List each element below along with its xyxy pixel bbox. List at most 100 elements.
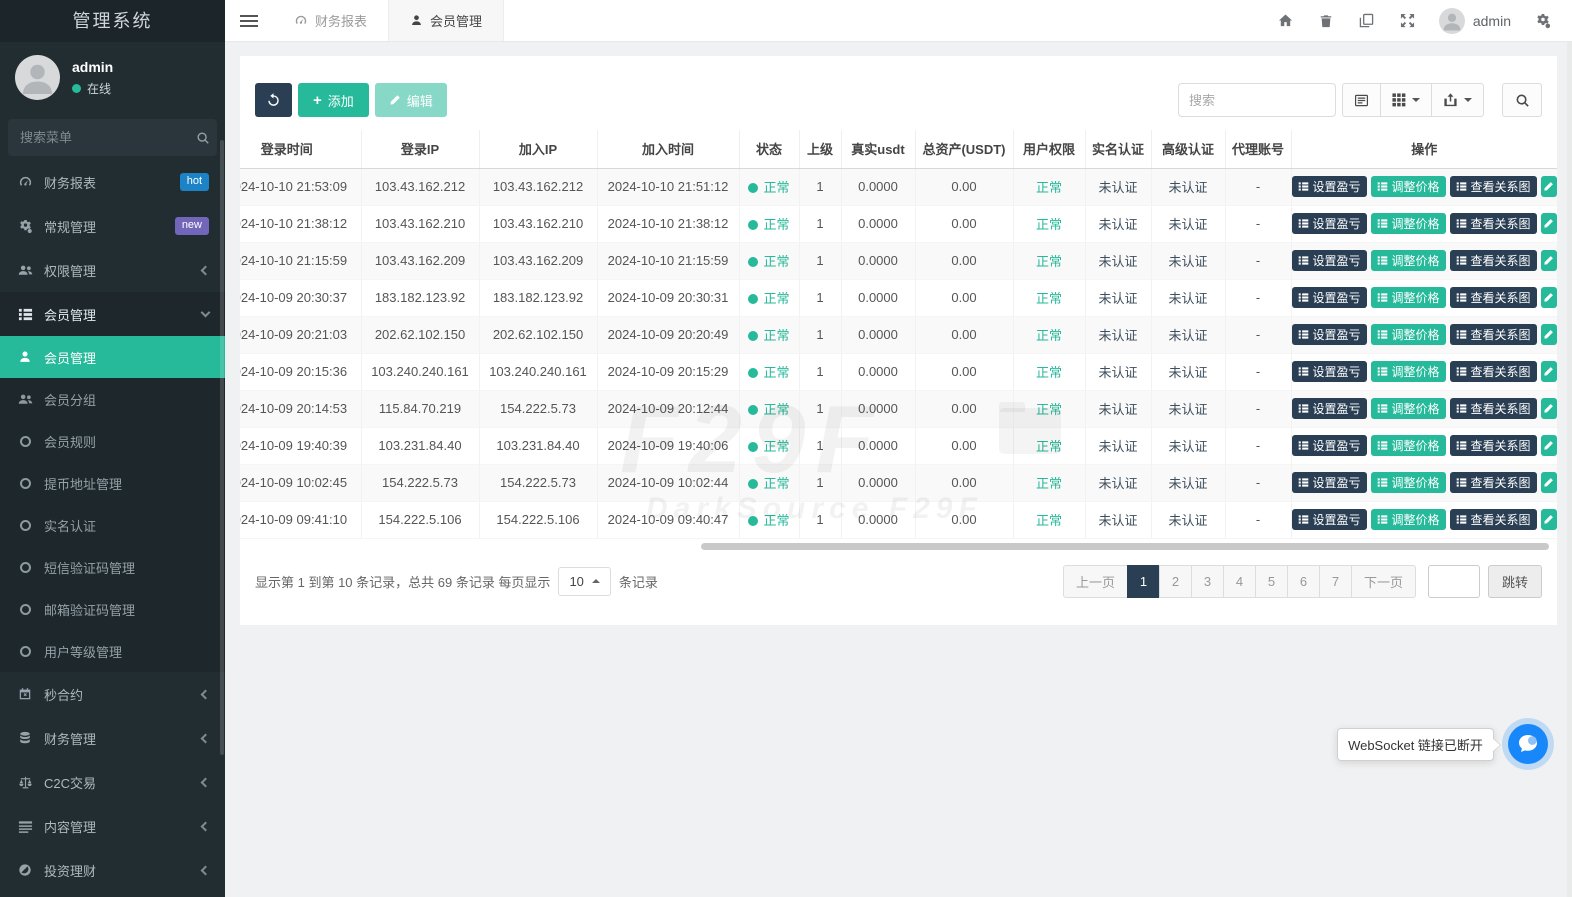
row-edit-button[interactable] xyxy=(1541,287,1557,308)
detail-view-button[interactable] xyxy=(1342,83,1381,117)
row-edit-button[interactable] xyxy=(1541,324,1557,345)
topbar-user-menu[interactable]: admin xyxy=(1428,8,1522,34)
set-pnl-button[interactable]: 设置盈亏 xyxy=(1292,398,1367,419)
view-relation-button[interactable]: 查看关系图 xyxy=(1450,287,1537,308)
jump-page-input[interactable] xyxy=(1428,565,1480,598)
adjust-price-button[interactable]: 调整价格 xyxy=(1371,287,1446,308)
view-relation-button[interactable]: 查看关系图 xyxy=(1450,324,1537,345)
tab-finance-report[interactable]: 财务报表 xyxy=(273,0,388,41)
trash-icon[interactable] xyxy=(1306,0,1346,41)
sidebar-subitem-member-rules[interactable]: 会员规则 xyxy=(0,420,225,462)
cell-total-usdt: 0.00 xyxy=(915,501,1013,538)
row-edit-button[interactable] xyxy=(1541,176,1557,197)
set-pnl-button[interactable]: 设置盈亏 xyxy=(1292,435,1367,456)
sidebar-item-second-contract[interactable]: 秒合约 xyxy=(0,672,225,716)
cell-status: 正常 xyxy=(739,168,799,205)
sidebar-subitem-email-code[interactable]: 邮箱验证码管理 xyxy=(0,588,225,630)
row-edit-button[interactable] xyxy=(1541,361,1557,382)
jump-button[interactable]: 跳转 xyxy=(1488,565,1542,598)
row-edit-button[interactable] xyxy=(1541,472,1557,493)
page-number-button[interactable]: 1 xyxy=(1127,565,1160,598)
sidebar-search-input[interactable] xyxy=(20,130,196,145)
sidebar-item-investment[interactable]: 投资理财 xyxy=(0,848,225,892)
adjust-price-button[interactable]: 调整价格 xyxy=(1371,398,1446,419)
view-relation-button[interactable]: 查看关系图 xyxy=(1450,509,1537,530)
sidebar-item-c2c-trade[interactable]: C2C交易 xyxy=(0,760,225,804)
sidebar-item-general-admin[interactable]: 常规管理 new xyxy=(0,204,225,248)
search-button[interactable] xyxy=(1502,83,1542,117)
page-number-button[interactable]: 5 xyxy=(1255,565,1288,598)
adjust-price-button[interactable]: 调整价格 xyxy=(1371,435,1446,456)
page-number-button[interactable]: 2 xyxy=(1159,565,1192,598)
columns-button[interactable] xyxy=(1380,83,1432,117)
page-scrollbar[interactable] xyxy=(1567,42,1572,897)
view-relation-button[interactable]: 查看关系图 xyxy=(1450,472,1537,493)
sidebar-item-finance-report[interactable]: 财务报表 hot xyxy=(0,160,225,204)
row-edit-button[interactable] xyxy=(1541,398,1557,419)
set-pnl-button[interactable]: 设置盈亏 xyxy=(1292,324,1367,345)
hamburger-menu-icon[interactable] xyxy=(225,0,273,41)
list-icon xyxy=(1377,292,1388,303)
adjust-price-button[interactable]: 调整价格 xyxy=(1371,176,1446,197)
page-number-button[interactable]: 3 xyxy=(1191,565,1224,598)
sidebar-item-permission-admin[interactable]: 权限管理 xyxy=(0,248,225,292)
view-relation-button[interactable]: 查看关系图 xyxy=(1450,176,1537,197)
row-edit-button[interactable] xyxy=(1541,435,1557,456)
view-relation-button[interactable]: 查看关系图 xyxy=(1450,435,1537,456)
page-number-button[interactable]: 7 xyxy=(1319,565,1352,598)
adjust-price-button[interactable]: 调整价格 xyxy=(1371,213,1446,234)
fullscreen-icon[interactable] xyxy=(1387,0,1428,41)
page-number-button[interactable]: 4 xyxy=(1223,565,1256,598)
sidebar-subitem-real-name-auth[interactable]: 实名认证 xyxy=(0,504,225,546)
edit-button[interactable]: 编辑 xyxy=(375,83,447,117)
sidebar-scrollbar[interactable] xyxy=(220,140,224,755)
set-pnl-button[interactable]: 设置盈亏 xyxy=(1292,509,1367,530)
sidebar-subitem-user-level[interactable]: 用户等级管理 xyxy=(0,630,225,672)
adjust-price-button[interactable]: 调整价格 xyxy=(1371,509,1446,530)
export-button[interactable] xyxy=(1431,83,1484,117)
page-size-value: 10 xyxy=(569,574,583,589)
prev-page-button[interactable]: 上一页 xyxy=(1063,565,1128,598)
view-relation-button[interactable]: 查看关系图 xyxy=(1450,361,1537,382)
view-relation-button[interactable]: 查看关系图 xyxy=(1450,398,1537,419)
table-search-input[interactable] xyxy=(1178,83,1336,117)
sidebar-subitem-sms-code[interactable]: 短信验证码管理 xyxy=(0,546,225,588)
list-icon xyxy=(1456,255,1467,266)
chat-button[interactable] xyxy=(1508,724,1548,764)
chevron-left-icon xyxy=(201,777,211,787)
adjust-price-button[interactable]: 调整价格 xyxy=(1371,361,1446,382)
row-edit-button[interactable] xyxy=(1541,213,1557,234)
view-relation-button[interactable]: 查看关系图 xyxy=(1450,213,1537,234)
add-button[interactable]: 添加 xyxy=(298,83,369,117)
set-pnl-button[interactable]: 设置盈亏 xyxy=(1292,176,1367,197)
set-pnl-button[interactable]: 设置盈亏 xyxy=(1292,361,1367,382)
set-pnl-button[interactable]: 设置盈亏 xyxy=(1292,213,1367,234)
page-number-button[interactable]: 6 xyxy=(1287,565,1320,598)
sidebar-item-member-admin-parent[interactable]: 会员管理 xyxy=(0,292,225,336)
cell-total-usdt: 0.00 xyxy=(915,427,1013,464)
sidebar-subitem-member-groups[interactable]: 会员分组 xyxy=(0,378,225,420)
set-pnl-button[interactable]: 设置盈亏 xyxy=(1292,287,1367,308)
gears-icon[interactable] xyxy=(1522,0,1564,41)
sidebar-item-content-admin[interactable]: 内容管理 xyxy=(0,804,225,848)
adjust-price-button[interactable]: 调整价格 xyxy=(1371,250,1446,271)
view-relation-button[interactable]: 查看关系图 xyxy=(1450,250,1537,271)
home-icon[interactable] xyxy=(1265,0,1306,41)
list-icon xyxy=(1298,255,1309,266)
tab-member-admin[interactable]: 会员管理 xyxy=(388,0,504,41)
row-edit-button[interactable] xyxy=(1541,509,1557,530)
next-page-button[interactable]: 下一页 xyxy=(1351,565,1416,598)
sidebar-item-finance-admin[interactable]: 财务管理 xyxy=(0,716,225,760)
document-copy-icon[interactable] xyxy=(1346,0,1387,41)
search-icon[interactable] xyxy=(196,131,210,145)
set-pnl-button[interactable]: 设置盈亏 xyxy=(1292,472,1367,493)
row-edit-button[interactable] xyxy=(1541,250,1557,271)
page-size-select[interactable]: 10 xyxy=(558,567,610,596)
sidebar-subitem-withdraw-address[interactable]: 提币地址管理 xyxy=(0,462,225,504)
set-pnl-button[interactable]: 设置盈亏 xyxy=(1292,250,1367,271)
adjust-price-button[interactable]: 调整价格 xyxy=(1371,324,1446,345)
refresh-button[interactable] xyxy=(255,83,292,117)
adjust-price-button[interactable]: 调整价格 xyxy=(1371,472,1446,493)
horizontal-scrollbar-thumb[interactable] xyxy=(701,543,1549,550)
sidebar-subitem-member-admin[interactable]: 会员管理 xyxy=(0,336,225,378)
